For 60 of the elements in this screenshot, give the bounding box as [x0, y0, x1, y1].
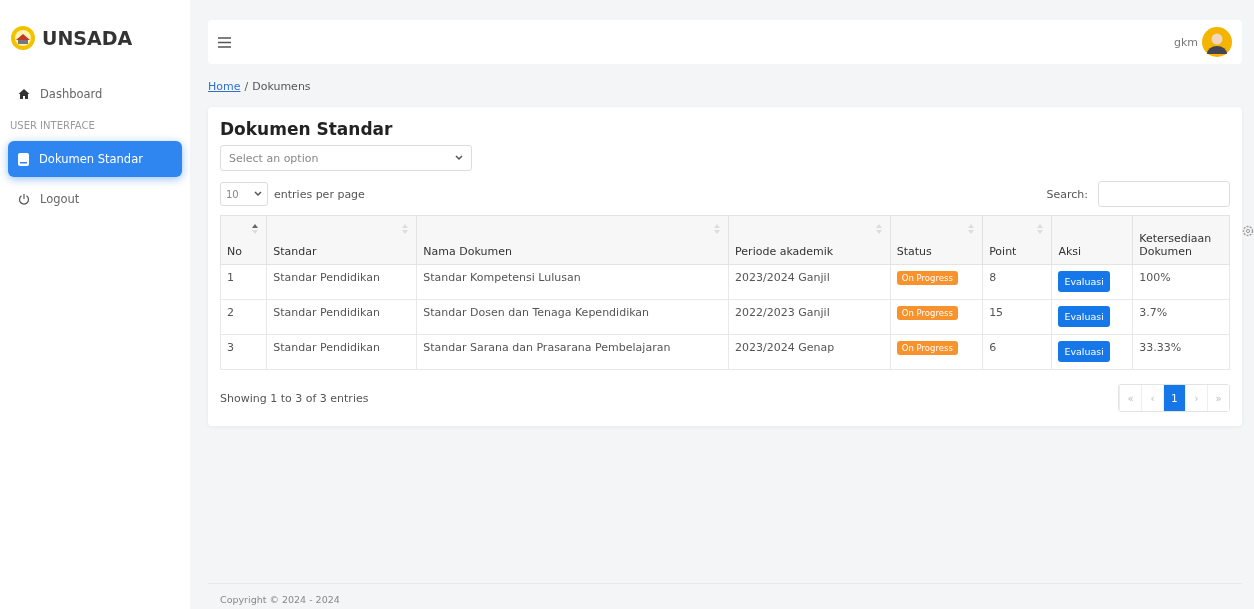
table-cell: 6: [982, 334, 1052, 370]
column-header[interactable]: Status: [890, 215, 983, 265]
sort-icon[interactable]: [252, 224, 259, 234]
table-cell: 2022/2023 Ganjil: [728, 299, 891, 335]
evaluasi-button[interactable]: Evaluasi: [1058, 306, 1110, 327]
column-header[interactable]: Standar: [266, 215, 417, 265]
column-header[interactable]: Periode akademik: [728, 215, 891, 265]
column-header: Ketersediaan Dokumen: [1132, 215, 1230, 265]
table-cell: 3.7%: [1132, 299, 1230, 335]
user-name: gkm: [1173, 35, 1198, 49]
status-badge: On Progress: [896, 271, 958, 285]
card-title: Dokumen Standar: [220, 119, 394, 139]
table-cell: 100%: [1132, 264, 1230, 300]
table-cell: 2: [220, 299, 267, 335]
page-button[interactable]: 1: [1163, 385, 1185, 411]
table-cell: Standar Pendidikan: [266, 299, 417, 335]
brand-name: UNSADA: [42, 27, 133, 49]
evaluasi-button[interactable]: Evaluasi: [1058, 271, 1110, 292]
status-badge: On Progress: [896, 341, 958, 355]
sidebar-item[interactable]: Logout: [8, 181, 182, 217]
breadcrumb-link[interactable]: Home: [208, 80, 241, 93]
table-cell: Standar Dosen dan Tenaga Kependidikan: [416, 299, 729, 335]
table-info: Showing 1 to 3 of 3 entries: [220, 391, 369, 405]
table-cell: Standar Sarana dan Prasarana Pembelajaran: [416, 334, 729, 370]
sidebar-item[interactable]: Dashboard: [8, 76, 182, 112]
chevron-down-icon: [254, 191, 262, 197]
search-label: Search:: [1046, 187, 1088, 201]
table-cell: Standar Pendidikan: [266, 264, 417, 300]
table-cell: Standar Pendidikan: [266, 334, 417, 370]
table-cell: 8: [982, 264, 1052, 300]
chevron-down-icon: [455, 155, 463, 161]
table-cell: 33.33%: [1132, 334, 1230, 370]
column-header[interactable]: Point: [982, 215, 1052, 265]
page-size-select[interactable]: 10: [220, 182, 268, 206]
sidebar-item[interactable]: Dokumen Standar: [8, 141, 182, 177]
select-field[interactable]: Select an option: [220, 145, 472, 171]
table-cell: Standar Kompetensi Lulusan: [416, 264, 729, 300]
home-icon: [18, 88, 30, 100]
copyright-text: Copyright © 2024 - 2024: [208, 583, 1242, 609]
settings-icon[interactable]: [1242, 225, 1254, 237]
breadcrumb-current: Dokumens: [252, 80, 311, 93]
table-cell: 2023/2024 Ganjil: [728, 264, 891, 300]
breadcrumb-separator: /: [244, 80, 249, 93]
page-size-label: entries per page: [274, 187, 365, 201]
column-header[interactable]: Nama Dokumen: [416, 215, 729, 265]
table-cell: 2023/2024 Genap: [728, 334, 891, 370]
nav-section-heading: USER INTERFACE: [9, 119, 96, 133]
table-cell: 3: [220, 334, 267, 370]
column-header: Aksi: [1051, 215, 1133, 265]
avatar-icon[interactable]: [1202, 27, 1232, 57]
search-field[interactable]: [1098, 181, 1230, 207]
menu-icon[interactable]: [218, 36, 231, 48]
table-cell: 1: [220, 264, 267, 300]
evaluasi-button[interactable]: Evaluasi: [1058, 341, 1110, 362]
power-icon: [18, 193, 30, 205]
document-icon: [18, 152, 29, 166]
table-cell: 15: [982, 299, 1052, 335]
column-header[interactable]: No: [220, 215, 267, 265]
logo-icon: [10, 25, 36, 51]
status-badge: On Progress: [896, 306, 958, 320]
